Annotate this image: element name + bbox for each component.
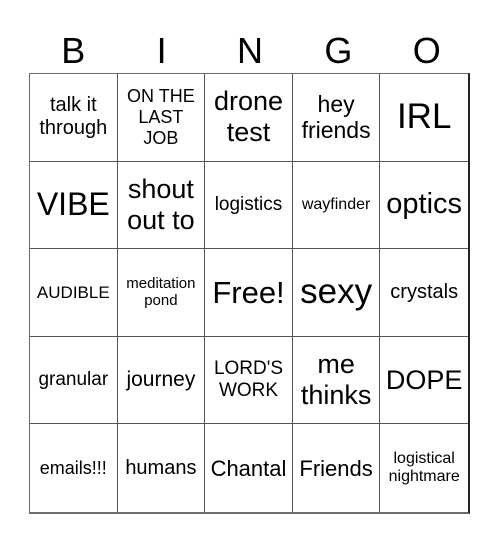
bingo-cell-text: DOPE <box>385 364 463 395</box>
bingo-cell[interactable]: talk it through <box>30 74 118 162</box>
bingo-cell-text: VIBE <box>36 186 110 223</box>
bingo-cell-text: humans <box>125 456 197 479</box>
bingo-cell[interactable]: shout out to <box>117 161 206 250</box>
bingo-cell-text: optics <box>386 188 463 221</box>
bingo-cell[interactable]: wayfinder <box>292 161 381 250</box>
bingo-cell-text: Friends <box>299 455 373 481</box>
header-letter-g: G <box>324 30 353 71</box>
bingo-cell[interactable]: crystals <box>380 249 468 337</box>
bingo-cell-text: crystals <box>390 280 459 303</box>
bingo-cell[interactable]: optics <box>380 162 468 250</box>
header-letter-b: B <box>61 30 86 71</box>
bingo-cell-text: drone test <box>213 86 284 148</box>
bingo-cell[interactable]: ON THE LAST JOB <box>117 74 206 162</box>
bingo-cell[interactable]: hey friends <box>292 74 381 162</box>
bingo-cell-text: ON THE LAST JOB <box>127 86 195 148</box>
bingo-cell-text: AUDIBLE <box>36 282 110 302</box>
bingo-cell[interactable]: Free! <box>205 249 293 337</box>
bingo-cell[interactable]: sexy <box>292 249 381 337</box>
bingo-cell[interactable]: granular <box>30 336 118 425</box>
header-letter-i: I <box>156 30 167 71</box>
bingo-cell[interactable]: journey <box>117 336 206 425</box>
bingo-cell[interactable]: IRL <box>380 74 468 162</box>
bingo-header: B I N G O <box>29 28 471 74</box>
bingo-cell-text: Free! <box>212 274 285 310</box>
header-letter-o: O <box>412 30 441 71</box>
bingo-cell-text: sexy <box>300 272 373 312</box>
bingo-cell[interactable]: meditation pond <box>117 249 206 337</box>
bingo-cell-text: IRL <box>396 97 452 137</box>
bingo-cell-text: logistical nightmare <box>388 449 460 486</box>
bingo-cell-text: meditation pond <box>126 275 196 310</box>
bingo-cell-text: Chantal <box>210 455 287 481</box>
bingo-cell-text: me thinks <box>300 349 372 411</box>
bingo-cell[interactable]: me thinks <box>292 336 381 425</box>
bingo-cell[interactable]: DOPE <box>380 337 468 425</box>
bingo-cell[interactable]: logistical nightmare <box>380 424 468 512</box>
bingo-cell-text: logistics <box>214 193 283 215</box>
bingo-cell-text: hey friends <box>301 90 371 144</box>
bingo-cell[interactable]: humans <box>118 424 206 512</box>
bingo-cell[interactable]: emails!!! <box>30 424 118 512</box>
bingo-cell[interactable]: drone test <box>205 74 293 162</box>
bingo-cell[interactable]: AUDIBLE <box>30 249 118 337</box>
bingo-cell[interactable]: Friends <box>293 424 381 512</box>
bingo-grid: talk it through ON THE LAST JOB drone test… <box>29 73 470 514</box>
bingo-cell[interactable]: LORD'S WORK <box>205 336 293 425</box>
bingo-cell-text: journey <box>126 368 196 392</box>
bingo-cell[interactable]: logistics <box>205 161 293 250</box>
bingo-cell-text: LORD'S WORK <box>213 358 284 402</box>
header-letter-n: N <box>236 30 263 71</box>
bingo-cell-text: emails!!! <box>39 457 107 478</box>
bingo-cell-text: shout out to <box>127 173 195 235</box>
bingo-cell[interactable]: Chantal <box>205 424 293 512</box>
bingo-cell-text: talk it through <box>39 94 108 140</box>
bingo-cell-text: granular <box>38 369 109 391</box>
bingo-cell[interactable]: VIBE <box>30 161 118 250</box>
bingo-cell-text: wayfinder <box>301 195 371 213</box>
